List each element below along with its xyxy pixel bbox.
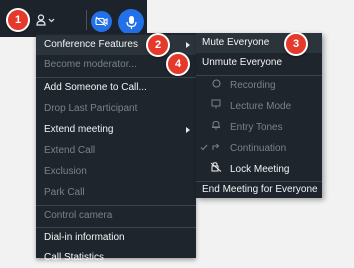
menu-item-label: Recording	[230, 80, 276, 91]
menu-item-label: Extend Call	[44, 145, 96, 156]
submenu-arrow-icon	[186, 127, 190, 133]
record-icon	[209, 76, 223, 96]
step-badge-2: 2	[146, 33, 170, 57]
microphone-icon	[125, 15, 137, 29]
menu-item-drop-last-participant: Drop Last Participant	[36, 99, 196, 119]
checkmark-icon	[200, 139, 208, 159]
menu-item-label: Park Call	[44, 187, 85, 198]
video-toggle-button[interactable]	[91, 11, 112, 32]
conference-features-submenu: Mute Everyone Unmute Everyone Recording …	[196, 33, 322, 198]
lecture-icon	[209, 97, 223, 117]
menu-item-control-camera: Control camera	[36, 206, 196, 226]
menu-item-exclusion: Exclusion	[36, 162, 196, 182]
person-icon	[35, 14, 46, 26]
menu-item-call-statistics[interactable]: Call Statistics	[36, 248, 196, 263]
step-badge-4: 4	[166, 52, 190, 76]
menu-item-extend-meeting[interactable]: Extend meeting	[36, 120, 196, 140]
chevron-down-icon	[48, 18, 54, 22]
menu-item-label: Entry Tones	[230, 122, 283, 133]
menu-item-label: Lock Meeting	[230, 164, 290, 175]
submenu-item-recording: Recording	[196, 76, 322, 96]
submenu-item-end-meeting[interactable]: End Meeting for Everyone	[196, 180, 322, 200]
participants-button[interactable]	[33, 9, 57, 31]
lock-icon	[209, 160, 223, 180]
submenu-item-unmute-everyone[interactable]: Unmute Everyone	[196, 53, 322, 73]
mute-button[interactable]	[118, 9, 144, 35]
submenu-item-lock-meeting[interactable]: Lock Meeting	[196, 160, 322, 180]
menu-item-conference-features[interactable]: Conference Features	[36, 35, 196, 55]
step-badge-3: 3	[284, 32, 308, 56]
menu-item-label: Drop Last Participant	[44, 103, 138, 114]
submenu-item-continuation: Continuation	[196, 139, 322, 159]
toolbar-divider	[86, 10, 87, 30]
menu-item-extend-call: Extend Call	[36, 141, 196, 161]
menu-item-label: Dial-in information	[44, 232, 125, 243]
menu-item-label: Exclusion	[44, 166, 87, 177]
video-off-icon	[95, 16, 108, 27]
menu-item-label: Continuation	[230, 143, 287, 154]
menu-item-label: Add Someone to Call...	[44, 82, 147, 93]
continuation-icon	[209, 139, 223, 159]
menu-item-add-someone[interactable]: Add Someone to Call...	[36, 78, 196, 98]
menu-item-label: End Meeting for Everyone	[202, 184, 318, 195]
menu-item-label: Extend meeting	[44, 124, 114, 135]
menu-item-park-call: Park Call	[36, 183, 196, 203]
menu-item-label: Unmute Everyone	[202, 57, 283, 68]
submenu-item-lecture-mode: Lecture Mode	[196, 97, 322, 117]
menu-item-label: Conference Features	[44, 39, 138, 50]
menu-item-label: Control camera	[44, 210, 113, 221]
menu-item-label: Become moderator...	[44, 59, 137, 70]
step-badge-1: 1	[6, 8, 30, 32]
menu-item-label: Lecture Mode	[230, 101, 292, 112]
bell-icon	[209, 118, 223, 138]
submenu-arrow-icon	[186, 42, 190, 48]
menu-item-label: Mute Everyone	[202, 37, 270, 48]
menu-item-dial-in-information[interactable]: Dial-in information	[36, 228, 196, 248]
submenu-item-entry-tones: Entry Tones	[196, 118, 322, 138]
